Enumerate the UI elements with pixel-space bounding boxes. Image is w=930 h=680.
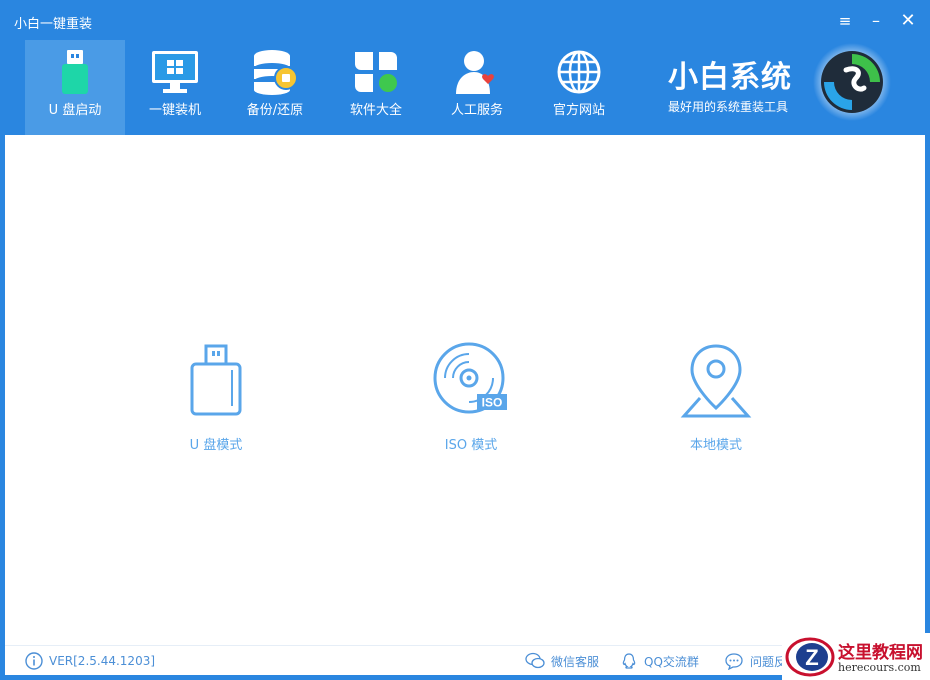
nav-label: 备份/还原 [246,103,304,118]
watermark: Z 这里教程网 herecours.com [782,633,930,680]
iso-badge: ISO [482,396,503,410]
monitor-windows-icon [152,51,198,93]
menu-button[interactable]: ≡ [834,10,856,32]
minimize-button[interactable]: – [865,10,887,32]
globe-icon [557,50,601,94]
iso-disc-icon: ISO [433,342,507,414]
title-bar: 小白一键重装 ≡ – ✕ [0,0,930,40]
nav-label: 一键装机 [148,103,201,118]
brand: 小白系统 最好用的系统重装工具 [668,52,792,115]
qq-icon [622,653,636,669]
link-label: QQ交流群 [644,654,699,669]
version-text: VER[2.5.44.1203] [49,654,156,668]
usb-stick-icon [190,344,242,416]
brand-name: 小白系统 [668,60,792,95]
apps-clover-icon [355,52,397,92]
nav-label: 官方网站 [552,103,605,118]
mode-label: U 盘模式 [189,438,243,453]
wechat-icon [525,652,545,669]
usb-mode-option[interactable]: U 盘模式 [156,340,276,453]
info-icon [25,652,43,670]
app-title: 小白一键重装 [14,17,93,32]
watermark-logo-icon: Z [785,637,835,677]
main-content: U 盘模式 ISO ISO 模式 本地模式 [5,135,925,645]
person-heart-icon [456,51,494,94]
main-nav: U 盘启动 一键装机 备份/还原 软件大全 人工服务 官方网站 小白系统 最好用… [0,40,930,135]
nav-label: 软件大全 [349,103,402,118]
nav-item-usb-boot[interactable]: U 盘启动 [25,40,125,135]
watermark-title: 这里教程网 [838,643,923,663]
nav-item-software[interactable]: 软件大全 [326,40,426,135]
app-logo-icon [813,43,891,121]
app-window: 小白一键重装 ≡ – ✕ U 盘启动 一键装机 备份/还原 软件大全 人工服务 … [0,0,930,680]
mode-label: 本地模式 [689,438,742,453]
feedback-link[interactable]: 问题反 [724,652,786,670]
local-mode-option[interactable]: 本地模式 [656,340,776,453]
link-label: 问题反 [750,654,787,669]
watermark-url: herecours.com [838,661,921,674]
link-label: 微信客服 [551,654,600,669]
map-pin-icon [680,344,752,418]
nav-label: U 盘启动 [48,103,102,118]
nav-item-manual-service[interactable]: 人工服务 [427,40,527,135]
database-backup-icon [254,50,298,95]
brand-tagline: 最好用的系统重装工具 [668,100,789,114]
nav-item-official-site[interactable]: 官方网站 [529,40,629,135]
wechat-service-link[interactable]: 微信客服 [525,652,599,670]
iso-mode-option[interactable]: ISO ISO 模式 [411,340,531,453]
qq-group-link[interactable]: QQ交流群 [620,652,699,670]
nav-label: 人工服务 [450,103,503,118]
usb-drive-icon [62,50,88,94]
chat-bubble-icon [725,653,743,670]
nav-item-one-click-install[interactable]: 一键装机 [125,40,225,135]
nav-item-backup-restore[interactable]: 备份/还原 [225,40,325,135]
mode-label: ISO 模式 [444,438,498,453]
close-button[interactable]: ✕ [897,10,919,32]
version-info: VER[2.5.44.1203] [25,652,155,670]
watermark-letter: Z [805,645,818,670]
